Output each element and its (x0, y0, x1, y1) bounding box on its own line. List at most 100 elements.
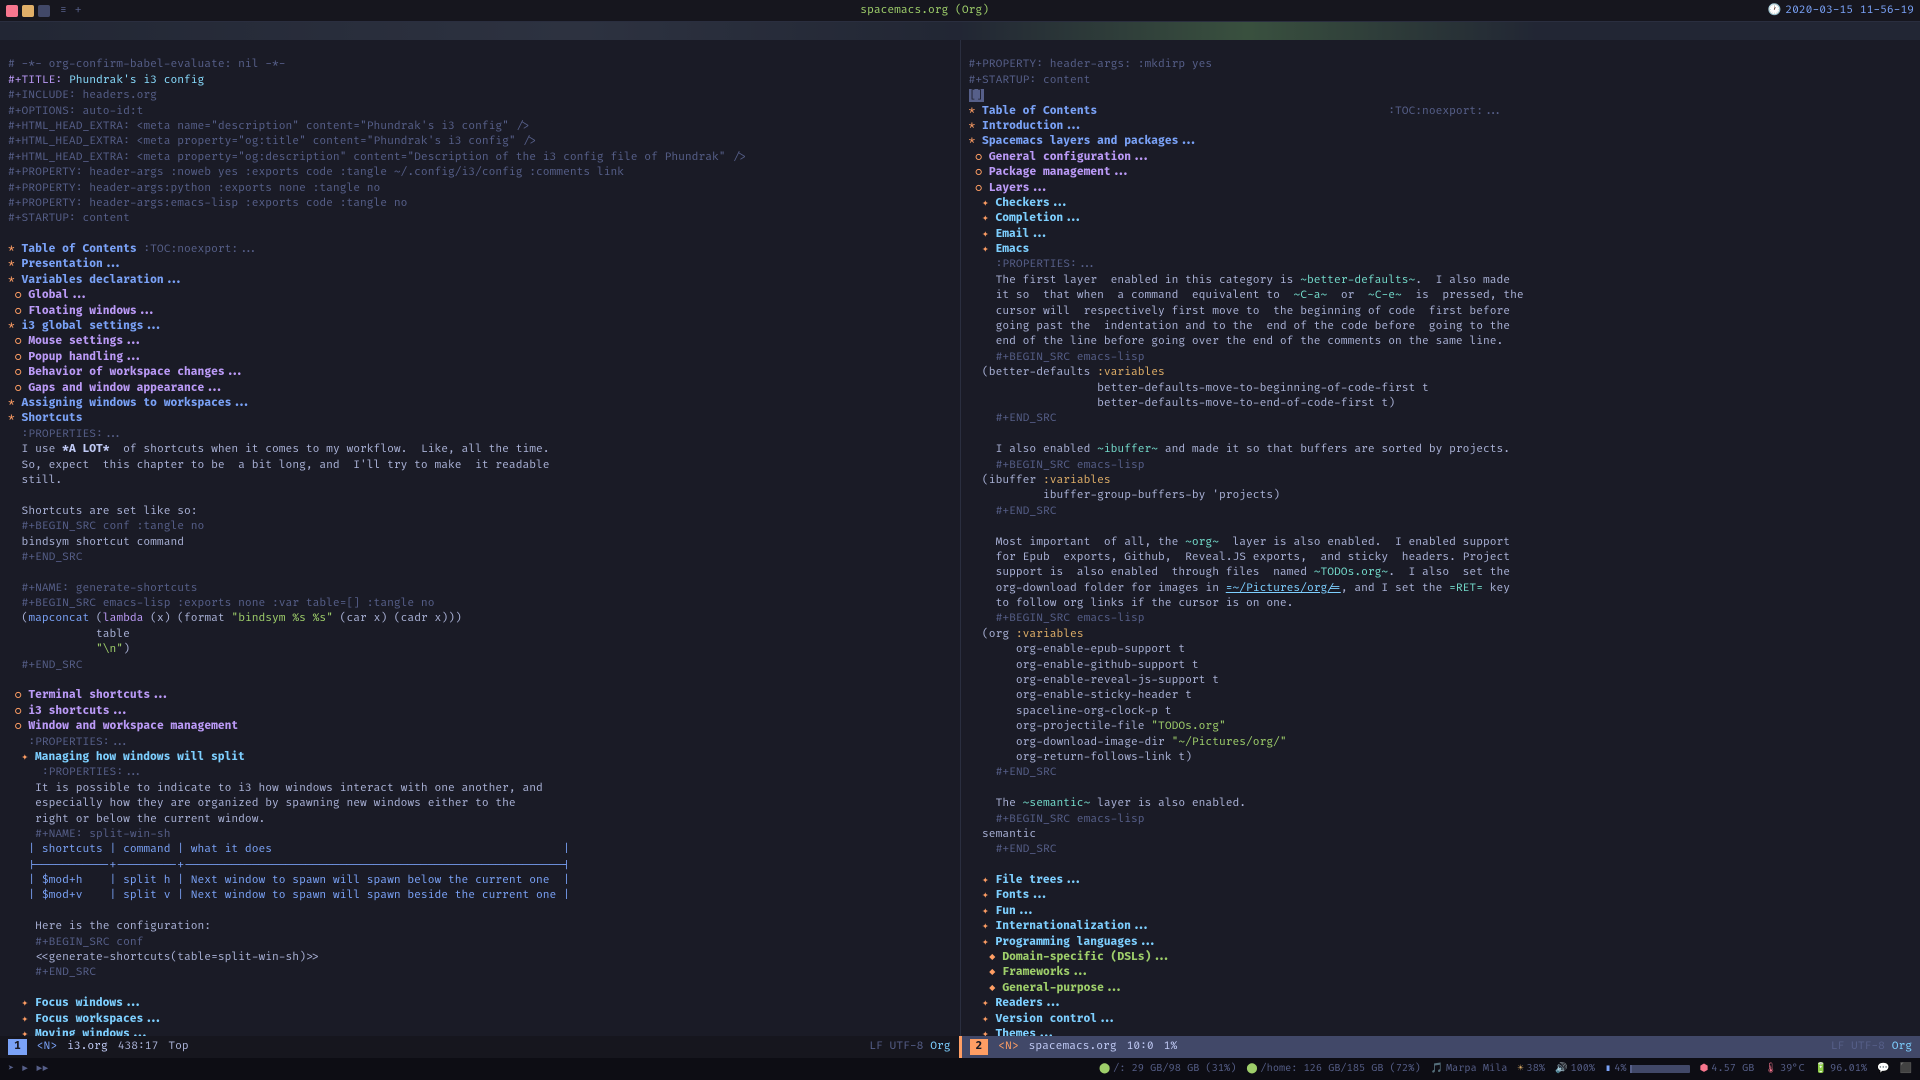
heading-focus-windows[interactable]: Focus windows... (35, 997, 143, 1010)
inline-code: ~org~ (1185, 536, 1219, 549)
volume-widget[interactable]: 🔊100% (1555, 1062, 1595, 1076)
brightness-text: 38% (1527, 1062, 1545, 1076)
chat-icon[interactable]: 💬 (1877, 1062, 1889, 1076)
bullet-icon: ○ (15, 720, 29, 733)
bullet-icon: ○ (15, 689, 29, 702)
inline-code: ~better-defaults~ (1300, 274, 1415, 287)
heading-intro[interactable]: Introduction... (982, 120, 1084, 133)
minimize-icon[interactable] (38, 5, 50, 17)
toc-tag: :TOC:noexport:... (137, 243, 259, 256)
begin-src: #+BEGIN_SRC emacs-lisp :exports none :va… (22, 597, 435, 610)
temp-widget[interactable]: 🌡39°C (1764, 1062, 1804, 1076)
heading-moving-windows[interactable]: Moving windows... (35, 1028, 150, 1036)
code: org-enable-github-support t (969, 659, 1199, 672)
org-html-head: #+HTML_HEAD_EXTRA: <meta property="og:ti… (8, 135, 536, 148)
bullet-icon: * (8, 412, 22, 425)
heading-gaps[interactable]: Gaps and window appearance... (28, 382, 224, 395)
heading-intl[interactable]: Internationalization... (995, 920, 1151, 933)
code: org-return-follows-link t) (969, 751, 1192, 764)
close-icon[interactable] (6, 5, 18, 17)
heading-fun[interactable]: Fun... (995, 905, 1036, 918)
properties-drawer[interactable]: :PROPERTIES:... (28, 736, 130, 749)
heading-version-control[interactable]: Version control... (995, 1013, 1117, 1026)
modeline-right[interactable]: 2 <N> spacemacs.org 10:0 1% LF UTF-8 Org (959, 1036, 1920, 1058)
heading-frameworks[interactable]: Frameworks... (1002, 966, 1090, 979)
heading-prog-lang[interactable]: Programming languages... (995, 936, 1157, 949)
body-text: org-download folder for images in (996, 582, 1226, 595)
heading-behavior[interactable]: Behavior of workspace changes... (28, 366, 245, 379)
body-text: going past the indentation and to the en… (996, 320, 1510, 333)
properties-drawer[interactable]: :PROPERTIES:... (42, 766, 144, 779)
heading-floating[interactable]: Floating windows... (28, 305, 157, 318)
battery-widget[interactable]: 🔋96.01% (1815, 1062, 1867, 1076)
new-tab-icon[interactable]: + (75, 3, 82, 18)
left-pane[interactable]: # -*- org-confirm-babel-evaluate: nil -*… (0, 40, 961, 1036)
heading-toc[interactable]: Table of Contents (982, 105, 1097, 118)
heading-dsl[interactable]: Domain-specific (DSLs)... (1002, 951, 1171, 964)
heading-checkers[interactable]: Checkers... (995, 197, 1069, 210)
heading-emacs[interactable]: Emacs (995, 243, 1029, 256)
volume-text: 100% (1570, 1062, 1595, 1076)
properties-drawer[interactable]: :PROPERTIES:... (996, 258, 1098, 271)
end-src: #+END_SRC (22, 551, 83, 564)
heading-package[interactable]: Package management... (989, 166, 1131, 179)
heading-i3-shortcuts[interactable]: i3 shortcuts... (28, 705, 130, 718)
bullet-icon: ✦ (982, 1028, 995, 1036)
prompt-icon[interactable]: ➤ (8, 1062, 14, 1076)
heading-layers-sub[interactable]: Layers... (989, 182, 1050, 195)
heading-i3-global[interactable]: i3 global settings... (22, 320, 164, 333)
ram-widget[interactable]: ⬢4.57 GB (1700, 1062, 1755, 1076)
heading-presentation[interactable]: Presentation... (22, 258, 124, 271)
maximize-icon[interactable] (22, 5, 34, 17)
code: semantic (969, 828, 1037, 841)
org-include: #+INCLUDE: headers.org (8, 89, 157, 102)
heading-fonts[interactable]: Fonts... (995, 889, 1049, 902)
heading-layers[interactable]: Spacemacs layers and packages... (982, 135, 1199, 148)
temp-icon: 🌡 (1764, 1062, 1777, 1076)
heading-readers[interactable]: Readers... (995, 997, 1063, 1010)
org-property: #+PROPERTY: header-args:python :exports … (8, 182, 380, 195)
heading-toc[interactable]: Table of Contents (22, 243, 137, 256)
heading-managing[interactable]: Managing how windows will split (35, 751, 245, 764)
disk-home[interactable]: ⬤/home: 126 GB/185 GB (72%) (1246, 1062, 1420, 1076)
modeline-left[interactable]: 1 <N> i3.org 438:17 Top LF UTF-8 Org (0, 1036, 959, 1058)
heading-themes[interactable]: Themes... (995, 1028, 1056, 1036)
bullet-icon: ○ (15, 366, 29, 379)
menu-icon[interactable]: ≡ (60, 3, 67, 18)
body-text: Shortcuts are set like so: (22, 505, 198, 518)
heading-focus-workspaces[interactable]: Focus workspaces... (35, 1013, 164, 1026)
func: mapconcat (28, 612, 89, 625)
app-icon[interactable]: ⬛ (1900, 1062, 1912, 1076)
heading-variables[interactable]: Variables declaration... (22, 274, 184, 287)
volume-icon: 🔊 (1555, 1062, 1567, 1076)
brightness-widget[interactable]: ☀38% (1518, 1062, 1546, 1076)
heading-terminal[interactable]: Terminal shortcuts... (28, 689, 170, 702)
heading-global[interactable]: Global... (28, 289, 89, 302)
heading-file-trees[interactable]: File trees... (995, 874, 1083, 887)
code: (car x) (cadr x))) (333, 612, 462, 625)
scroll-percent: 1% (1164, 1039, 1178, 1054)
link-text[interactable]: =~/Pictures/org/= (1226, 582, 1341, 595)
keyword-arg: :variables (1016, 628, 1084, 641)
begin-src: #+BEGIN_SRC emacs-lisp (996, 459, 1145, 472)
right-pane[interactable]: #+PROPERTY: header-args: :mkdirp yes #+S… (961, 40, 1920, 1036)
modeline: 1 <N> i3.org 438:17 Top LF UTF-8 Org 2 <… (0, 1036, 1920, 1058)
music-widget[interactable]: 🎵Marpa Mila (1431, 1062, 1508, 1076)
org-startup: #+STARTUP: content (969, 74, 1091, 87)
encoding: LF UTF-8 (869, 1040, 923, 1053)
inline-code: ~TODOs.org~ (1314, 566, 1388, 579)
disk-root[interactable]: ⬤/: 29 GB/98 GB (31%) (1099, 1062, 1236, 1076)
cpu-widget[interactable]: ▮4% (1605, 1062, 1689, 1076)
heading-mouse[interactable]: Mouse settings... (28, 335, 143, 348)
heading-general[interactable]: General configuration... (989, 151, 1151, 164)
heading-popup[interactable]: Popup handling... (28, 351, 143, 364)
properties-drawer[interactable]: :PROPERTIES:... (22, 428, 124, 441)
play-icon[interactable]: ▶ (22, 1062, 28, 1076)
heading-shortcuts[interactable]: Shortcuts (22, 412, 83, 425)
forward-icon[interactable]: ▶▶ (36, 1062, 48, 1076)
heading-window-workspace[interactable]: Window and workspace management (28, 720, 238, 733)
heading-general-purpose[interactable]: General-purpose... (1002, 982, 1124, 995)
heading-assigning[interactable]: Assigning windows to workspaces... (22, 397, 252, 410)
heading-email[interactable]: Email... (995, 228, 1049, 241)
heading-completion[interactable]: Completion... (995, 212, 1083, 225)
